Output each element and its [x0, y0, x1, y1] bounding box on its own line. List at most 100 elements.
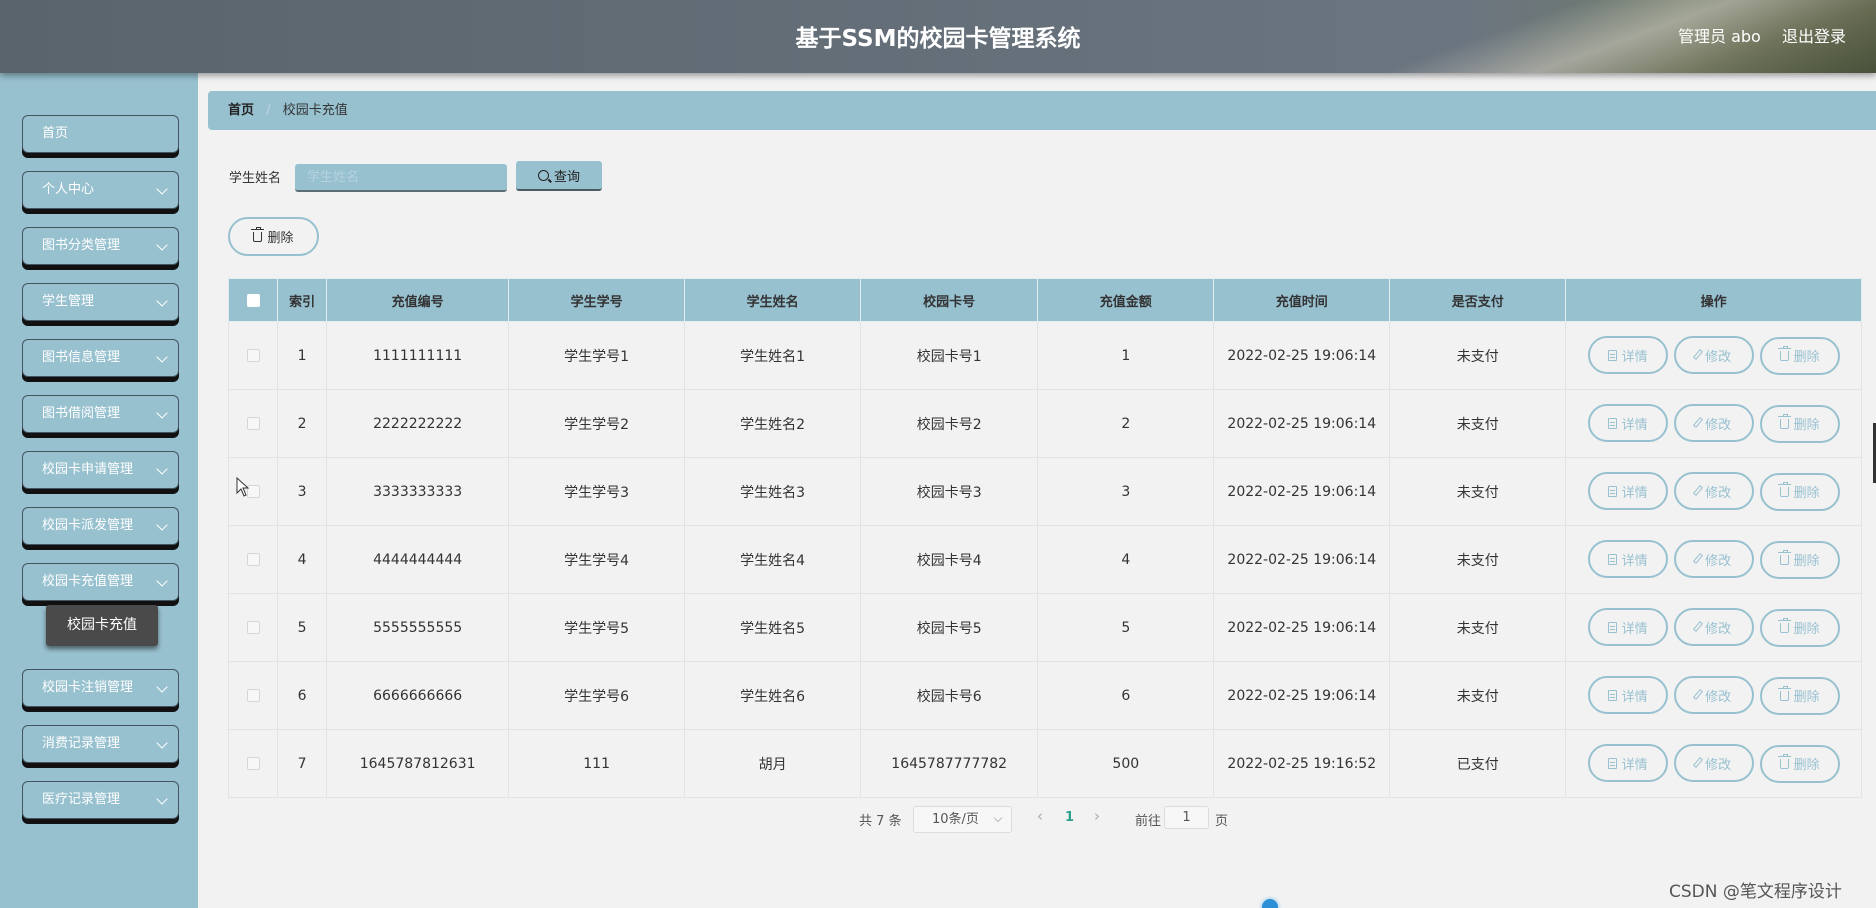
sidebar-item[interactable]: 医疗记录管理: [22, 781, 179, 819]
detail-button[interactable]: 详情: [1587, 608, 1668, 647]
sidebar-item[interactable]: 校园卡充值管理: [22, 563, 179, 601]
edit-button[interactable]: 修改: [1673, 608, 1754, 647]
next-page-button[interactable]: ›: [1094, 807, 1100, 825]
detail-button-label: 详情: [1621, 485, 1648, 501]
row-select-cell[interactable]: [227, 729, 279, 798]
row-checkbox[interactable]: [246, 621, 260, 634]
index-cell: 5: [277, 593, 328, 662]
edit-button[interactable]: 修改: [1673, 404, 1754, 443]
column-header: 操作: [1565, 278, 1862, 322]
select-all-checkbox[interactable]: [246, 293, 260, 307]
row-actions-cell: 详情 修改 删除: [1565, 321, 1862, 390]
row-select-cell[interactable]: [227, 389, 279, 458]
search-icon: [537, 169, 549, 181]
row-actions-cell: 详情 修改 删除: [1565, 729, 1862, 798]
detail-button[interactable]: 详情: [1587, 472, 1668, 511]
trash-icon: [1777, 753, 1791, 769]
breadcrumb-home[interactable]: 首页: [228, 103, 254, 118]
pencil-icon: [1693, 552, 1704, 564]
column-header: 学生姓名: [684, 278, 862, 322]
row-checkbox[interactable]: [246, 689, 260, 702]
search-button[interactable]: 查询: [516, 161, 602, 191]
row-actions-cell: 详情 修改 删除: [1565, 593, 1862, 662]
goto-label: 前往: [1135, 814, 1162, 829]
paid-status-cell: 未支付: [1389, 661, 1567, 730]
row-checkbox[interactable]: [246, 349, 260, 362]
sidebar-item[interactable]: 图书信息管理: [22, 339, 179, 377]
delete-button[interactable]: 删除: [1759, 540, 1840, 579]
detail-button[interactable]: 详情: [1587, 744, 1668, 783]
page-size-select[interactable]: 10条/页: [913, 806, 1012, 833]
row-select-cell[interactable]: [227, 593, 279, 662]
sidebar-item[interactable]: 消费记录管理: [22, 725, 179, 763]
detail-button[interactable]: 详情: [1587, 336, 1668, 375]
index-cell: 3: [277, 457, 328, 526]
delete-button[interactable]: 删除: [1759, 336, 1840, 375]
search-label: 学生姓名: [229, 171, 282, 186]
batch-delete-button[interactable]: 删除: [228, 217, 319, 256]
detail-button-label: 详情: [1621, 553, 1648, 569]
edit-button[interactable]: 修改: [1673, 472, 1754, 511]
edit-button[interactable]: 修改: [1673, 744, 1754, 783]
delete-button[interactable]: 删除: [1759, 472, 1840, 511]
detail-button[interactable]: 详情: [1587, 540, 1668, 579]
paid-status-cell: 未支付: [1389, 525, 1567, 594]
table-row: 3 3333333333 学生学号3 学生姓名3 校园卡号3 3 2022-02-25 19…: [227, 457, 1862, 526]
delete-button[interactable]: 删除: [1759, 676, 1840, 715]
column-header: 是否支付: [1389, 278, 1567, 322]
trash-icon: [251, 226, 265, 242]
delete-button[interactable]: 删除: [1759, 744, 1840, 783]
logout-link[interactable]: 退出登录: [1782, 23, 1846, 47]
trash-icon: [1777, 481, 1791, 497]
detail-button-label: 详情: [1621, 417, 1648, 433]
pencil-icon: [1693, 756, 1704, 768]
select-all-cell[interactable]: [227, 278, 279, 322]
edit-button[interactable]: 修改: [1673, 676, 1754, 715]
pencil-icon: [1693, 620, 1704, 632]
sidebar-item[interactable]: 校园卡申请管理: [22, 451, 179, 489]
row-checkbox[interactable]: [246, 553, 260, 566]
document-icon: [1607, 553, 1617, 565]
trash-icon: [1777, 685, 1791, 701]
table-body: 1 1111111111 学生学号1 学生姓名1 校园卡号1 1 2022-02-25 19…: [227, 321, 1862, 798]
delete-button[interactable]: 删除: [1759, 404, 1840, 443]
sidebar-item[interactable]: 个人中心: [22, 171, 179, 209]
page-number-current[interactable]: 1: [1065, 810, 1074, 825]
row-checkbox[interactable]: [246, 417, 260, 430]
delete-button[interactable]: 删除: [1759, 608, 1840, 647]
row-select-cell[interactable]: [227, 525, 279, 594]
column-header: 校园卡号: [860, 278, 1039, 322]
prev-page-button[interactable]: ‹: [1037, 807, 1043, 825]
search-input[interactable]: [295, 164, 507, 192]
index-cell: 2: [277, 389, 328, 458]
student-name-cell: 学生姓名5: [684, 593, 862, 662]
watermark: CSDN @笔文程序设计: [1669, 882, 1842, 902]
pencil-icon: [1693, 484, 1704, 496]
sidebar-item[interactable]: 学生管理: [22, 283, 179, 321]
goto-page-input[interactable]: [1164, 806, 1209, 829]
current-user: 管理员 abo: [1678, 27, 1761, 46]
trash-icon: [1777, 413, 1791, 429]
detail-button[interactable]: 详情: [1587, 404, 1668, 443]
row-select-cell[interactable]: [227, 321, 279, 390]
delete-button-label: 删除: [1793, 690, 1820, 706]
chevron-down-icon: [156, 183, 168, 195]
student-name-cell: 学生姓名2: [684, 389, 862, 458]
sidebar-item[interactable]: 校园卡派发管理: [22, 507, 179, 545]
row-select-cell[interactable]: [227, 661, 279, 730]
sidebar-item[interactable]: 首页: [22, 115, 179, 153]
edit-button[interactable]: 修改: [1673, 540, 1754, 579]
recharge-id-cell: 3333333333: [326, 457, 510, 526]
row-checkbox[interactable]: [246, 757, 260, 770]
submenu-item-card-recharge[interactable]: 校园卡充值: [46, 605, 158, 646]
sidebar-item-label: 校园卡注销管理: [42, 680, 134, 695]
paid-status-cell: 未支付: [1389, 321, 1567, 390]
sidebar-item[interactable]: 校园卡注销管理: [22, 669, 179, 707]
sidebar-item[interactable]: 图书借阅管理: [22, 395, 179, 433]
sidebar-item-label: 个人中心: [42, 182, 95, 197]
detail-button[interactable]: 详情: [1587, 676, 1668, 715]
student-id-cell: 学生学号6: [508, 661, 686, 730]
sidebar-item[interactable]: 图书分类管理: [22, 227, 179, 265]
search-button-label: 查询: [553, 169, 580, 185]
edit-button[interactable]: 修改: [1673, 336, 1754, 375]
